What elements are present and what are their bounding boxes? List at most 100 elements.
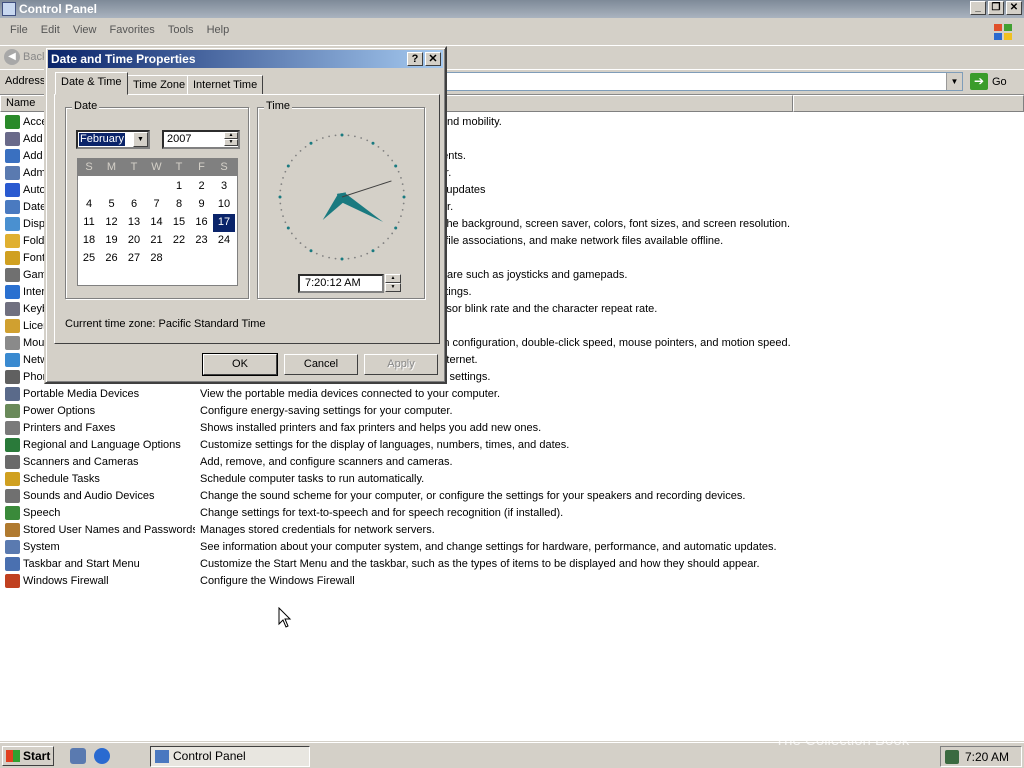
tab-internet-time[interactable]: Internet Time (187, 75, 264, 95)
minute-mark (280, 183, 283, 186)
go-button[interactable]: ➔ Go (970, 73, 1007, 90)
calendar-day[interactable]: 27 (123, 250, 145, 268)
minute-mark (382, 150, 385, 152)
tab-date-time[interactable]: Date & Time (55, 72, 128, 95)
calendar-day[interactable]: 15 (168, 214, 190, 232)
time-value: 7:20:12 AM (305, 277, 361, 289)
taskbar-item-control-panel[interactable]: Control Panel (150, 746, 310, 767)
calendar-day[interactable]: 16 (191, 214, 213, 232)
calendar-day[interactable]: 13 (123, 214, 145, 232)
item-icon (5, 166, 20, 180)
list-item[interactable]: Portable Media Devices (0, 386, 195, 403)
list-item[interactable]: Power Options (0, 403, 195, 420)
taskbar-clock[interactable]: 7:20 AM (965, 750, 1009, 764)
calendar-day[interactable]: 14 (146, 214, 168, 232)
hour-mark (340, 133, 344, 137)
minute-mark (400, 215, 402, 218)
year-spinner[interactable]: 2007 ▲ ▼ (162, 130, 240, 149)
chevron-down-icon[interactable]: ▼ (133, 132, 148, 147)
list-item[interactable]: Sounds and Audio Devices (0, 488, 195, 505)
calendar-day[interactable]: 25 (78, 250, 100, 268)
network-icon[interactable] (945, 750, 959, 764)
item-icon (5, 404, 20, 418)
item-comment: See information about your computer syst… (200, 541, 777, 553)
list-item[interactable]: Schedule Tasks (0, 471, 195, 488)
calendar-day[interactable]: 24 (213, 232, 235, 250)
calendar-day[interactable]: 3 (213, 178, 235, 196)
help-button[interactable]: ? (407, 52, 423, 66)
menu-file[interactable]: File (5, 21, 33, 39)
calendar-day[interactable]: 8 (168, 196, 190, 214)
month-calendar[interactable]: S M T W T F S 1 2 3 4 5 6 7 8 9 10 11 12 13 14 15 16 17 18 19 20 21… (77, 158, 238, 286)
calendar-day[interactable]: 10 (213, 196, 235, 214)
calendar-day[interactable]: 11 (78, 214, 100, 232)
calendar-day[interactable]: 6 (123, 196, 145, 214)
calendar-day[interactable]: 4 (78, 196, 100, 214)
minute-mark (315, 252, 318, 255)
list-item[interactable]: Windows Firewall (0, 573, 195, 590)
calendar-day[interactable]: 28 (146, 250, 168, 268)
window-titlebar[interactable]: Control Panel _ ❐ ✕ (0, 0, 1024, 18)
item-comment: Manages stored credentials for network s… (200, 524, 435, 536)
item-comment: Add, remove, and configure scanners and … (200, 456, 453, 468)
list-item[interactable]: System (0, 539, 195, 556)
menu-tools[interactable]: Tools (163, 21, 199, 39)
menu-favorites[interactable]: Favorites (105, 21, 160, 39)
time-down-button[interactable]: ▼ (385, 283, 401, 292)
hour-mark (371, 249, 375, 253)
item-name: System (23, 541, 60, 553)
item-name: Power Options (23, 405, 96, 417)
date-group-label: Date (72, 100, 100, 112)
address-dropdown-button[interactable]: ▼ (946, 73, 962, 90)
back-button[interactable]: ◀ Back (4, 49, 47, 65)
calendar-day[interactable]: 20 (123, 232, 145, 250)
menu-view[interactable]: View (68, 21, 102, 39)
weekday-label: T (130, 161, 138, 173)
item-icon (5, 268, 20, 282)
time-input[interactable]: 7:20:12 AM (298, 274, 384, 293)
calendar-day[interactable]: 22 (168, 232, 190, 250)
dialog-titlebar[interactable]: Date and Time Properties ? ✕ (48, 50, 443, 68)
calendar-day[interactable]: 7 (146, 196, 168, 214)
back-arrow-icon: ◀ (4, 49, 20, 65)
item-name: Printers and Faxes (23, 422, 116, 434)
minimize-button[interactable]: _ (970, 1, 986, 15)
internet-explorer-icon[interactable] (94, 748, 110, 764)
restore-button[interactable]: ❐ (988, 1, 1004, 15)
calendar-day[interactable]: 18 (78, 232, 100, 250)
show-desktop-icon[interactable] (70, 748, 86, 764)
calendar-day[interactable]: 19 (101, 232, 123, 250)
list-item[interactable]: Regional and Language Options (0, 437, 195, 454)
calendar-day[interactable]: 9 (191, 196, 213, 214)
calendar-day-selected[interactable]: 17 (213, 214, 235, 232)
dialog-close-button[interactable]: ✕ (425, 52, 441, 66)
calendar-day[interactable]: 5 (101, 196, 123, 214)
hour-mark (394, 164, 398, 168)
apply-button[interactable]: Apply (364, 354, 438, 375)
calendar-day[interactable]: 26 (101, 250, 123, 268)
time-up-button[interactable]: ▲ (385, 274, 401, 283)
calendar-day[interactable]: 21 (146, 232, 168, 250)
month-select[interactable]: February ▼ (76, 130, 150, 149)
calendar-day[interactable]: 2 (191, 178, 213, 196)
calendar-day[interactable]: 23 (191, 232, 213, 250)
item-comment: Configure energy-saving settings for you… (200, 405, 453, 417)
cancel-button[interactable]: Cancel (284, 354, 358, 375)
list-item[interactable]: Stored User Names and Passwords (0, 522, 195, 539)
list-item[interactable]: Printers and Faxes (0, 420, 195, 437)
calendar-day[interactable]: 12 (101, 214, 123, 232)
ok-button[interactable]: OK (202, 353, 278, 376)
tab-time-zone[interactable]: Time Zone (127, 75, 192, 95)
year-down-button[interactable]: ▼ (224, 139, 238, 146)
list-item[interactable]: Scanners and Cameras (0, 454, 195, 471)
minute-mark (397, 170, 400, 173)
start-button[interactable]: Start (2, 746, 54, 766)
list-item[interactable]: Taskbar and Start Menu (0, 556, 195, 573)
calendar-day[interactable]: 1 (168, 178, 190, 196)
year-up-button[interactable]: ▲ (224, 132, 238, 139)
close-button[interactable]: ✕ (1006, 1, 1022, 15)
list-item[interactable]: Speech (0, 505, 195, 522)
menu-help[interactable]: Help (202, 21, 235, 39)
minute-mark (328, 135, 331, 138)
menu-edit[interactable]: Edit (36, 21, 65, 39)
